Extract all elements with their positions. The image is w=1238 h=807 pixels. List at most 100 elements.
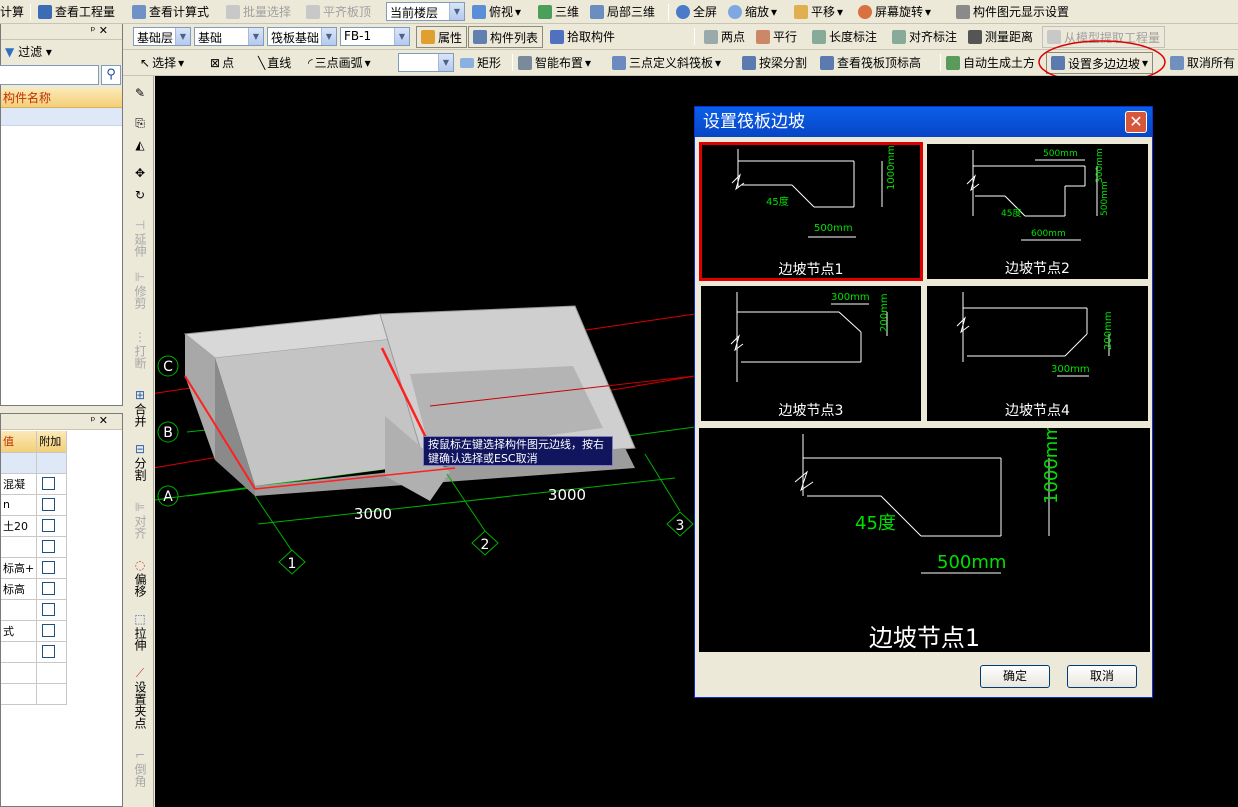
arc-icon: ◜: [308, 55, 313, 70]
select-button[interactable]: ↖ 选择 ▾: [124, 50, 188, 75]
tree-header: 构件名称: [1, 88, 122, 108]
split-beam-button[interactable]: 按梁分割: [726, 50, 811, 75]
grip-tool[interactable]: ⟋ 设置夹点: [126, 666, 154, 732]
extra-checkbox[interactable]: [42, 477, 56, 491]
ok-button[interactable]: 确定: [980, 665, 1050, 688]
extra-checkbox[interactable]: [42, 624, 56, 638]
move-icon[interactable]: ✥: [126, 166, 154, 180]
main-toolbar: 计算 查看工程量 查看计算式 批量选择 平齐板顶 当前楼层 ▼ 俯视 ▾ 三维 局部…: [0, 0, 1238, 24]
cancel-button[interactable]: 取消: [1067, 665, 1137, 688]
extra-checkbox[interactable]: [42, 603, 56, 617]
pick-element-button[interactable]: 拾取构件: [534, 24, 619, 49]
prop-value[interactable]: 标高+: [1, 557, 38, 579]
auto-earthwork-button[interactable]: 自动生成土方: [930, 50, 1039, 75]
pin-icon[interactable]: ᵖ: [91, 24, 96, 37]
prop-value[interactable]: [1, 536, 38, 558]
prop-value[interactable]: 混凝: [1, 473, 38, 495]
axis-label-c: C: [163, 359, 173, 375]
type-select[interactable]: 筏板基础 ▼: [267, 27, 337, 46]
floor-select[interactable]: 当前楼层 ▼: [386, 2, 465, 21]
define-slope-button[interactable]: 三点定义斜筏板 ▾: [596, 50, 725, 75]
zoom-button[interactable]: 缩放 ▾: [712, 0, 781, 23]
close-icon[interactable]: ✕: [99, 24, 108, 37]
offset-tool[interactable]: ◌ 偏移: [126, 558, 154, 600]
category-select[interactable]: 基础 ▼: [194, 27, 264, 46]
merge-tool[interactable]: ⊞ 合并: [126, 388, 154, 430]
set-multi-slope-button[interactable]: 设置多边边坡 ▾: [1046, 52, 1154, 74]
view-top-elev-button[interactable]: 查看筏板顶标高: [804, 50, 925, 75]
draw-toolbar: ↖ 选择 ▾ ⊠ 点 ╲ 直线 ◜ 三点画弧 ▾ ▼ 矩形 智能布置 ▾ 三点定义斜筏板 ▾ 按…: [0, 50, 1238, 76]
properties-button[interactable]: 属性: [416, 26, 468, 48]
align-dim-button[interactable]: 对齐标注: [876, 24, 961, 49]
slope-node-3[interactable]: 300mm 200mm 边坡节点3: [699, 284, 923, 423]
parallel-button[interactable]: 平行: [740, 24, 801, 49]
extra-checkbox[interactable]: [42, 540, 56, 554]
copy-icon[interactable]: ⎘: [126, 116, 154, 130]
prop-value[interactable]: n: [1, 494, 38, 516]
filter-button[interactable]: ▼ 过滤 ▾: [1, 40, 122, 62]
layer-select[interactable]: 基础层 ▼: [133, 27, 191, 46]
view-formula-button[interactable]: 查看计算式: [116, 0, 213, 23]
slope-dialog: 设置筏板边坡 ✕ 1000mm 45度 500mm 边坡节点1 500mm 30…: [694, 106, 1153, 698]
extra-checkbox[interactable]: [42, 645, 56, 659]
mirror-icon[interactable]: ◭: [126, 138, 154, 152]
slope-node-4[interactable]: 300mm 200mm 边坡节点4: [925, 284, 1150, 423]
element-tree-panel: ᵖ ✕ ▼ 过滤 ▾ ⚲ 构件名称: [0, 24, 123, 406]
arc3-button[interactable]: ◜ 三点画弧 ▾: [292, 50, 375, 75]
dim-angle: 45度: [1001, 207, 1021, 219]
break-tool[interactable]: ⋮ 打断: [126, 330, 154, 372]
batch-select-button[interactable]: 批量选择: [210, 0, 295, 23]
pin-icon[interactable]: ᵖ: [91, 414, 96, 427]
rotate-icon[interactable]: ↻: [126, 188, 154, 202]
top-view-button[interactable]: 俯视 ▾: [456, 0, 525, 23]
stretch-tool[interactable]: ⬚ 拉伸: [126, 612, 154, 654]
extra-checkbox[interactable]: [42, 582, 56, 596]
extra-checkbox[interactable]: [42, 498, 56, 512]
axis-label-1: 1: [288, 556, 297, 572]
display-settings-button[interactable]: 构件图元显示设置: [940, 0, 1073, 23]
line-button[interactable]: ╲ 直线: [242, 50, 295, 75]
point-button[interactable]: ⊠ 点: [194, 50, 238, 75]
split-tool[interactable]: ⊟ 分割: [126, 442, 154, 484]
flush-top-button[interactable]: 平齐板顶: [290, 0, 375, 23]
smart-layout-button[interactable]: 智能布置 ▾: [502, 50, 595, 75]
extract-model-button[interactable]: 从模型提取工程量: [1042, 26, 1166, 48]
tree-selected-row[interactable]: [1, 108, 122, 126]
dim-height: 200mm: [879, 293, 890, 332]
search-input[interactable]: [0, 65, 99, 85]
rect-button[interactable]: 矩形: [444, 50, 505, 75]
element-list-button[interactable]: 构件列表: [468, 26, 544, 48]
measure-button[interactable]: 测量距离: [952, 24, 1037, 49]
partial-3d-button[interactable]: 局部三维: [574, 0, 659, 23]
slope-node-2[interactable]: 500mm 300mm 500mm 45度 600mm 边坡节点2: [925, 142, 1150, 281]
dimension-right: 3000: [548, 486, 586, 504]
cancel-icon: [1170, 55, 1184, 70]
brush-icon[interactable]: ✎: [126, 86, 154, 100]
extra-checkbox[interactable]: [42, 519, 56, 533]
length-dim-button[interactable]: 长度标注: [796, 24, 881, 49]
prop-value[interactable]: 土20: [1, 515, 38, 537]
extra-checkbox[interactable]: [42, 561, 56, 575]
slope-node-1[interactable]: 1000mm 45度 500mm 边坡节点1: [699, 142, 923, 281]
prop-value[interactable]: [1, 662, 38, 684]
prop-value[interactable]: [1, 641, 38, 663]
prop-value[interactable]: 式: [1, 620, 38, 642]
trim-tool[interactable]: ⊩ 修剪: [126, 270, 154, 312]
close-button[interactable]: ✕: [1125, 111, 1147, 133]
close-icon[interactable]: ✕: [99, 414, 108, 427]
view-quantity-button[interactable]: 查看工程量: [22, 0, 119, 23]
cancel-all-button[interactable]: 取消所有: [1154, 50, 1238, 75]
pan-button[interactable]: 平移 ▾: [778, 0, 847, 23]
elevation-icon: [820, 55, 834, 70]
align-tool[interactable]: ⊫ 对齐: [126, 500, 154, 542]
prop-value[interactable]: [1, 599, 38, 621]
extend-tool[interactable]: ⊣ 延伸: [126, 218, 154, 260]
prop-value[interactable]: [1, 683, 38, 705]
rotate-button[interactable]: 屏幕旋转 ▾: [842, 0, 935, 23]
element-select[interactable]: FB-1 ▼: [340, 27, 410, 46]
prop-value[interactable]: [1, 452, 38, 474]
chamfer-tool[interactable]: ⌐ 倒角: [126, 748, 154, 790]
search-icon[interactable]: ⚲: [101, 65, 121, 85]
prop-value[interactable]: 标高: [1, 578, 38, 600]
cursor-icon: ↖: [140, 55, 151, 70]
